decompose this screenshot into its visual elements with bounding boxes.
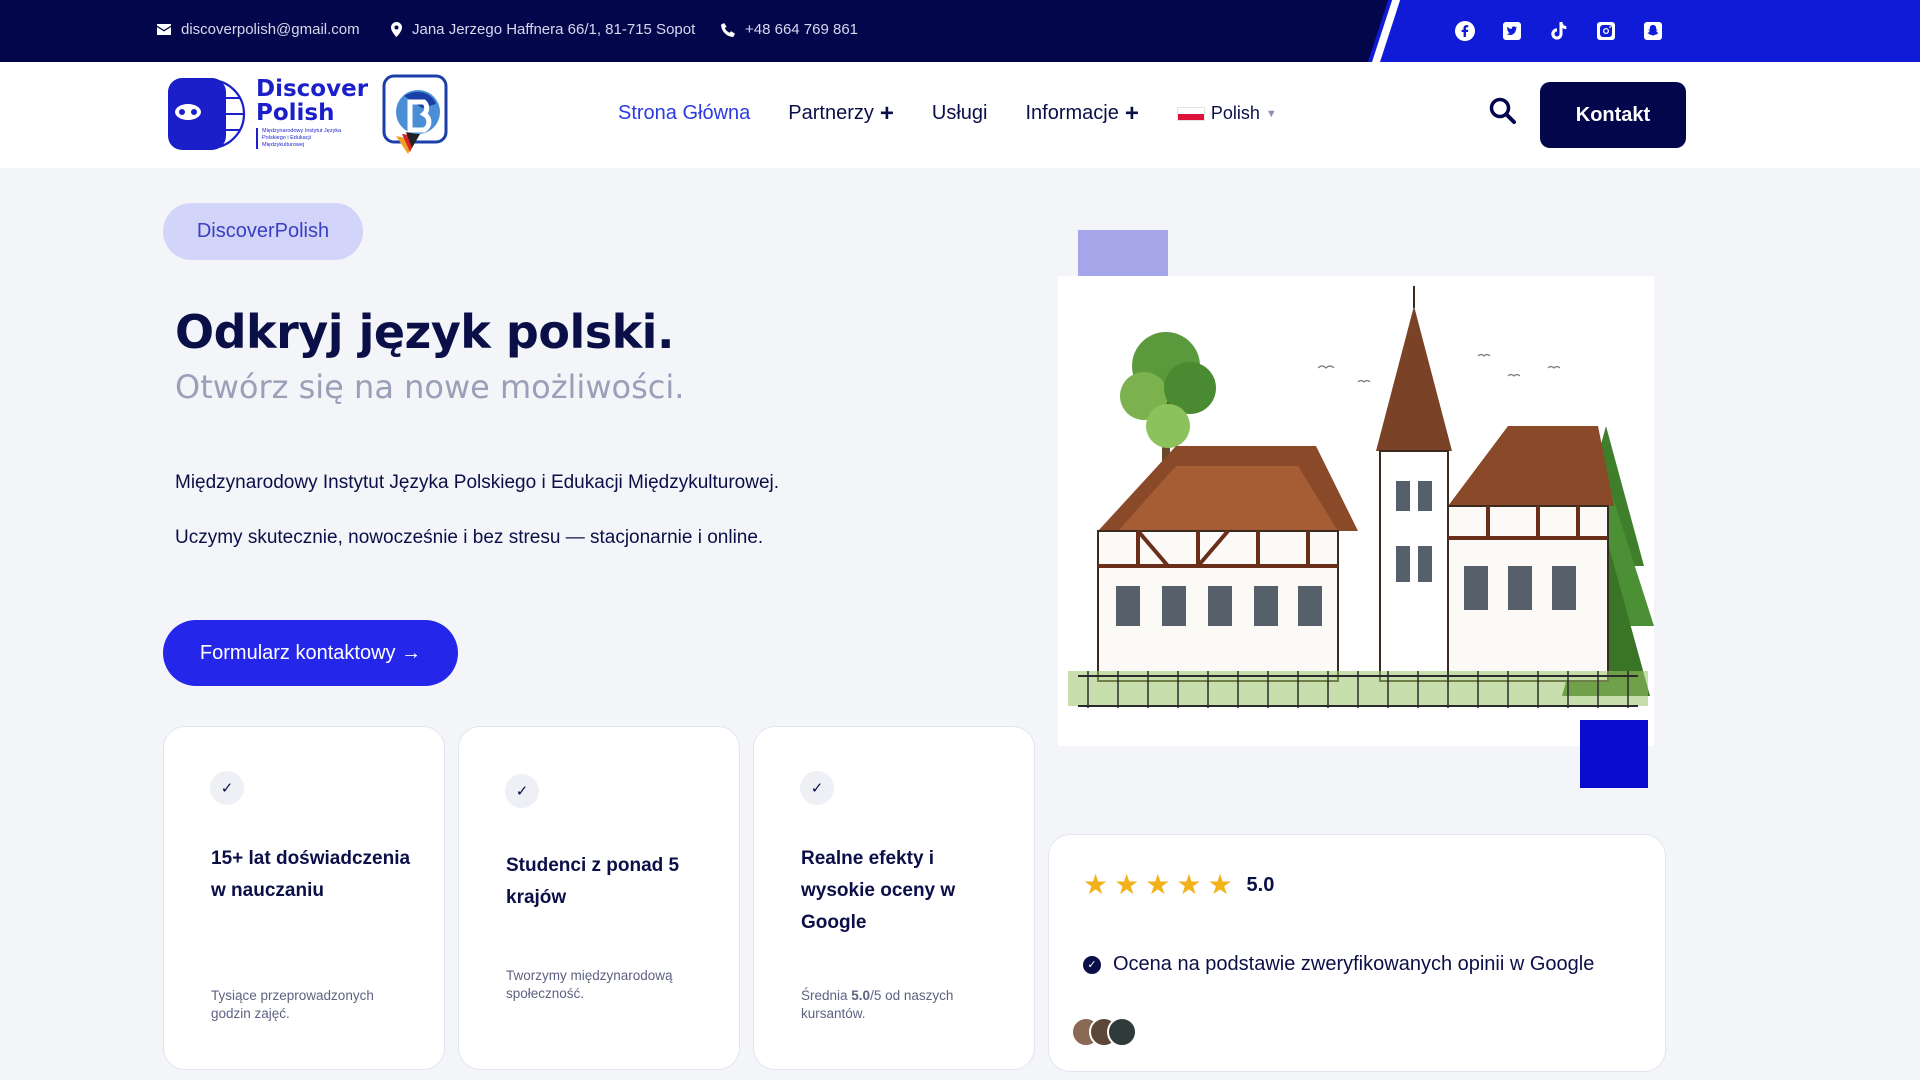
decor-square-dark (1580, 720, 1648, 788)
logo-subtitle: Międzynarodowy Instytut Języka Polskiego… (256, 128, 346, 149)
nav-information[interactable]: Informacje + (1025, 99, 1139, 127)
nav-information-label: Informacje (1025, 102, 1119, 124)
logo-title-line-2: Polish (256, 100, 335, 126)
instagram-icon[interactable] (1593, 18, 1618, 43)
nav-partners[interactable]: Partnerzy + (788, 99, 894, 127)
reviewer-avatars (1071, 1017, 1137, 1047)
search-icon[interactable] (1488, 96, 1518, 126)
star-icon: ★ (1114, 869, 1140, 900)
villa-drawing (1068, 286, 1654, 708)
globe-logo-icon (168, 78, 246, 150)
feature-description: Tysiące przeprowadzonych godzin zajęć. (211, 988, 374, 1021)
top-bar: discoverpolish@gmail.com Jana Jerzego Ha… (0, 0, 1920, 62)
facebook-icon[interactable] (1452, 18, 1477, 43)
contact-form-button[interactable]: Formularz kontaktowy → (163, 620, 458, 686)
nav-home-label: Strona Główna (618, 102, 751, 124)
logo-text: Discover Polish Międzynarodowy Instytut … (256, 77, 368, 149)
twitter-icon[interactable] (1499, 18, 1524, 43)
email-link[interactable]: discoverpolish@gmail.com (157, 21, 360, 38)
brand-pill: DiscoverPolish (163, 203, 363, 260)
social-links (1452, 18, 1665, 43)
rating-score: 5.0 (1246, 873, 1275, 896)
feature-description-pre: Średnia (801, 988, 852, 1003)
star-rating: ★ ★ ★ ★ ★ 5.0 (1083, 871, 1274, 899)
feature-card-results: ✓ Realne efekty i wysokie oceny w Google… (753, 726, 1035, 1070)
star-icon: ★ (1083, 869, 1109, 900)
feature-title: Realne efekty i wysokie oceny w Google (801, 848, 956, 933)
tiktok-icon[interactable] (1546, 18, 1571, 43)
avatar (1107, 1017, 1137, 1047)
poland-flag-icon (1176, 106, 1205, 121)
address-link[interactable]: Jana Jerzego Haffnera 66/1, 81-715 Sopot (391, 21, 695, 38)
email-text: discoverpolish@gmail.com (181, 21, 360, 38)
plus-icon: + (879, 99, 894, 127)
hero-paragraph-1: Międzynarodowy Instytut Języka Polskiego… (175, 472, 780, 493)
plus-icon: + (1124, 99, 1139, 127)
phone-link[interactable]: +48 664 769 861 (721, 21, 858, 38)
language-selector[interactable]: Polish ▼ (1176, 103, 1277, 124)
caret-down-icon: ▼ (1265, 107, 1277, 120)
hero-subtitle: Otwórz się na nowe możliwości. (175, 368, 685, 406)
snapchat-icon[interactable] (1640, 18, 1665, 43)
feature-title: Studenci z ponad 5 krajów (506, 855, 680, 908)
nav-partners-label: Partnerzy (788, 102, 874, 124)
check-icon: ✓ (210, 771, 244, 805)
phone-icon (721, 22, 735, 37)
logo[interactable]: Discover Polish Międzynarodowy Instytut … (166, 72, 448, 154)
phone-text: +48 664 769 861 (745, 21, 859, 38)
verified-text: Ocena na podstawie zweryfikowanych opini… (1113, 953, 1595, 975)
feature-card-experience: ✓ 15+ lat doświadczenia w nauczaniu Tysi… (163, 726, 445, 1070)
envelope-icon (157, 24, 171, 35)
logo-title-line-1: Discover (256, 76, 369, 102)
star-icon: ★ (1176, 869, 1202, 900)
feature-description: Tworzymy międzynarodową społeczność. (506, 968, 673, 1001)
feature-description-score: 5.0 (851, 988, 871, 1003)
check-icon: ✓ (800, 771, 834, 805)
villa-illustration (1058, 276, 1654, 746)
star-icon: ★ (1145, 869, 1171, 900)
address-text: Jana Jerzego Haffnera 66/1, 81-715 Sopot (412, 21, 696, 38)
nav-services-label: Usługi (931, 102, 988, 124)
nav-services[interactable]: Usługi (932, 102, 988, 125)
nav-home[interactable]: Strona Główna (618, 102, 750, 125)
site-header: Discover Polish Międzynarodowy Instytut … (0, 62, 1920, 168)
map-pin-icon (391, 22, 402, 37)
check-icon: ✓ (505, 774, 539, 808)
verified-note: ✓ Ocena na podstawie zweryfikowanych opi… (1083, 953, 1594, 976)
contact-button[interactable]: Kontakt (1540, 82, 1686, 148)
verified-check-icon: ✓ (1083, 955, 1101, 974)
rating-card: ★ ★ ★ ★ ★ 5.0 ✓ Ocena na podstawie zwery… (1048, 834, 1666, 1072)
feature-description: Średnia 5.0/5 od naszych kursantów. (801, 987, 1001, 1023)
partner-badge-icon (382, 74, 448, 154)
hero-paragraph-2: Uczymy skutecznie, nowocześnie i bez str… (175, 527, 764, 548)
feature-title: 15+ lat doświadczenia w nauczaniu (211, 848, 411, 901)
star-icon: ★ (1207, 869, 1233, 900)
main-nav: Strona Główna Partnerzy + Usługi Informa… (618, 99, 1277, 127)
language-label: Polish (1210, 103, 1260, 123)
hero-title: Odkryj język polski. (175, 305, 674, 359)
feature-card-students: ✓ Studenci z ponad 5 krajów Tworzymy mię… (458, 726, 740, 1070)
